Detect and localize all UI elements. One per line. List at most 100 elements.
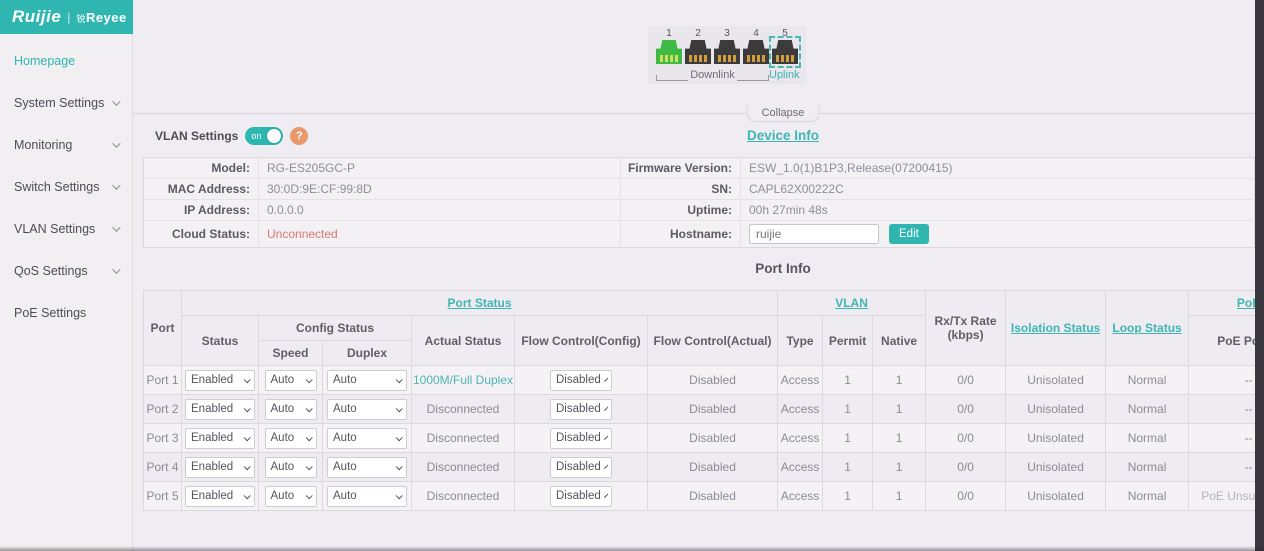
section-divider [133, 113, 1255, 114]
speed-cell: Auto [259, 424, 323, 453]
page-scrollbar[interactable] [1255, 0, 1264, 551]
port-number: 3 [714, 28, 740, 39]
duplex-cell: Auto [323, 395, 412, 424]
sidebar-item-monitoring[interactable]: Monitoring [0, 124, 132, 166]
port-group-labels: Downlink Uplink [656, 69, 798, 81]
port-number: 4 [743, 28, 769, 39]
sidebar-item-qos-settings[interactable]: QoS Settings [0, 250, 132, 292]
duplex-select[interactable]: Auto [327, 428, 407, 449]
help-icon[interactable]: ? [290, 127, 308, 145]
flow-control-select[interactable]: Disabled [550, 457, 612, 478]
duplex-select[interactable]: Auto [327, 486, 407, 507]
bracket-line-right [737, 75, 769, 81]
col-group-poe: PoE [1189, 291, 1255, 316]
flow-control-select[interactable]: Disabled [550, 428, 612, 449]
port-1-jack-icon[interactable] [656, 39, 682, 65]
actual-status-cell: Disconnected [412, 424, 515, 453]
status-cell: Enabled [182, 453, 259, 482]
duplex-select[interactable]: Auto [327, 457, 407, 478]
port-3-jack-icon[interactable] [714, 39, 740, 65]
firmware-value: ESW_1.0(1)B1P3,Release(07200415) [741, 158, 1256, 179]
hostname-cell: Edit [741, 221, 1256, 247]
select-value: Disabled [556, 403, 601, 415]
sidebar-item-switch-settings[interactable]: Switch Settings [0, 166, 132, 208]
port-name-cell: Port 4 [144, 453, 182, 482]
poe-link[interactable]: PoE [1237, 296, 1255, 310]
vlan-settings-toggle[interactable]: on [245, 127, 283, 145]
port-number-row: 12345 [656, 28, 798, 39]
flow-control-select[interactable]: Disabled [550, 399, 612, 420]
sidebar-item-homepage[interactable]: Homepage [0, 40, 132, 82]
select-value: Auto [333, 374, 357, 386]
port-4-jack-icon[interactable] [743, 39, 769, 65]
flow-config-cell: Disabled [515, 453, 648, 482]
duplex-cell: Auto [323, 453, 412, 482]
flow-control-select[interactable]: Disabled [550, 370, 612, 391]
port-name-cell: Port 1 [144, 366, 182, 395]
vlan-type-cell: Access [778, 395, 823, 424]
speed-select[interactable]: Auto [265, 486, 317, 507]
col-header-flow-actual: Flow Control(Actual) [648, 316, 778, 366]
status-select[interactable]: Enabled [185, 457, 255, 478]
vlan-link[interactable]: VLAN [835, 296, 868, 310]
speed-cell: Auto [259, 366, 323, 395]
status-select[interactable]: Enabled [185, 399, 255, 420]
loop-status-cell: Normal [1106, 366, 1189, 395]
vlan-type-cell: Access [778, 453, 823, 482]
edit-hostname-button[interactable]: Edit [889, 224, 929, 244]
port-2-jack-icon[interactable] [685, 39, 711, 65]
speed-select[interactable]: Auto [265, 428, 317, 449]
sidebar-item-system-settings[interactable]: System Settings [0, 82, 132, 124]
rj45-icon [772, 40, 798, 64]
status-select[interactable]: Enabled [185, 428, 255, 449]
port-status-link[interactable]: Port Status [448, 296, 512, 310]
device-info-link[interactable]: Device Info [747, 128, 819, 143]
poe-power-cell: -- [1189, 366, 1255, 395]
collapse-button[interactable]: Collapse [747, 104, 820, 122]
duplex-select[interactable]: Auto [327, 370, 407, 391]
chevron-down-icon [112, 181, 120, 189]
status-select[interactable]: Enabled [185, 370, 255, 391]
select-value: Enabled [191, 432, 233, 444]
uptime-value: 00h 27min 48s [741, 200, 1256, 221]
sn-value: CAPL62X00222C [741, 179, 1256, 200]
speed-select[interactable]: Auto [265, 457, 317, 478]
port-5-jack-icon[interactable] [772, 39, 798, 65]
port-diagram-panel: 12345 Downlink Uplink [648, 26, 806, 84]
speed-select[interactable]: Auto [265, 370, 317, 391]
hostname-input[interactable] [749, 224, 879, 244]
isolation-cell: Unisolated [1006, 424, 1106, 453]
loop-status-link[interactable]: Loop Status [1112, 321, 1181, 335]
sidebar-item-poe-settings[interactable]: PoE Settings [0, 292, 132, 334]
chevron-down-icon [604, 435, 608, 439]
col-header-permit: Permit [823, 316, 873, 366]
chevron-down-icon [396, 376, 403, 383]
chevron-down-icon [604, 464, 608, 468]
port-row: Port 5EnabledAutoAutoDisconnectedDisable… [144, 482, 1256, 511]
status-select[interactable]: Enabled [185, 486, 255, 507]
speed-select[interactable]: Auto [265, 399, 317, 420]
select-value: Auto [271, 374, 295, 386]
flow-control-select[interactable]: Disabled [550, 486, 612, 507]
sidebar-item-vlan-settings[interactable]: VLAN Settings [0, 208, 132, 250]
select-value: Disabled [556, 461, 601, 473]
cloud-status-label: Cloud Status: [144, 221, 259, 247]
speed-cell: Auto [259, 395, 323, 424]
uplink-label: Uplink [769, 69, 798, 81]
duplex-cell: Auto [323, 482, 412, 511]
chevron-down-icon [604, 406, 608, 410]
loop-status-cell: Normal [1106, 453, 1189, 482]
rj45-icon [656, 40, 682, 64]
model-label: Model: [144, 158, 259, 179]
chevron-down-icon [112, 139, 120, 147]
duplex-select[interactable]: Auto [327, 399, 407, 420]
select-value: Enabled [191, 403, 233, 415]
rj45-pins [660, 55, 678, 62]
loop-status-cell: Normal [1106, 482, 1189, 511]
port-info-table: Port Port Status VLAN Rx/Tx Rate(kbps) I… [143, 290, 1255, 511]
vlan-type-cell: Access [778, 424, 823, 453]
isolation-status-link[interactable]: Isolation Status [1011, 321, 1100, 335]
brand-sub-name: 锐Reyee [76, 10, 126, 25]
chevron-down-icon [396, 434, 403, 441]
select-value: Auto [271, 403, 295, 415]
